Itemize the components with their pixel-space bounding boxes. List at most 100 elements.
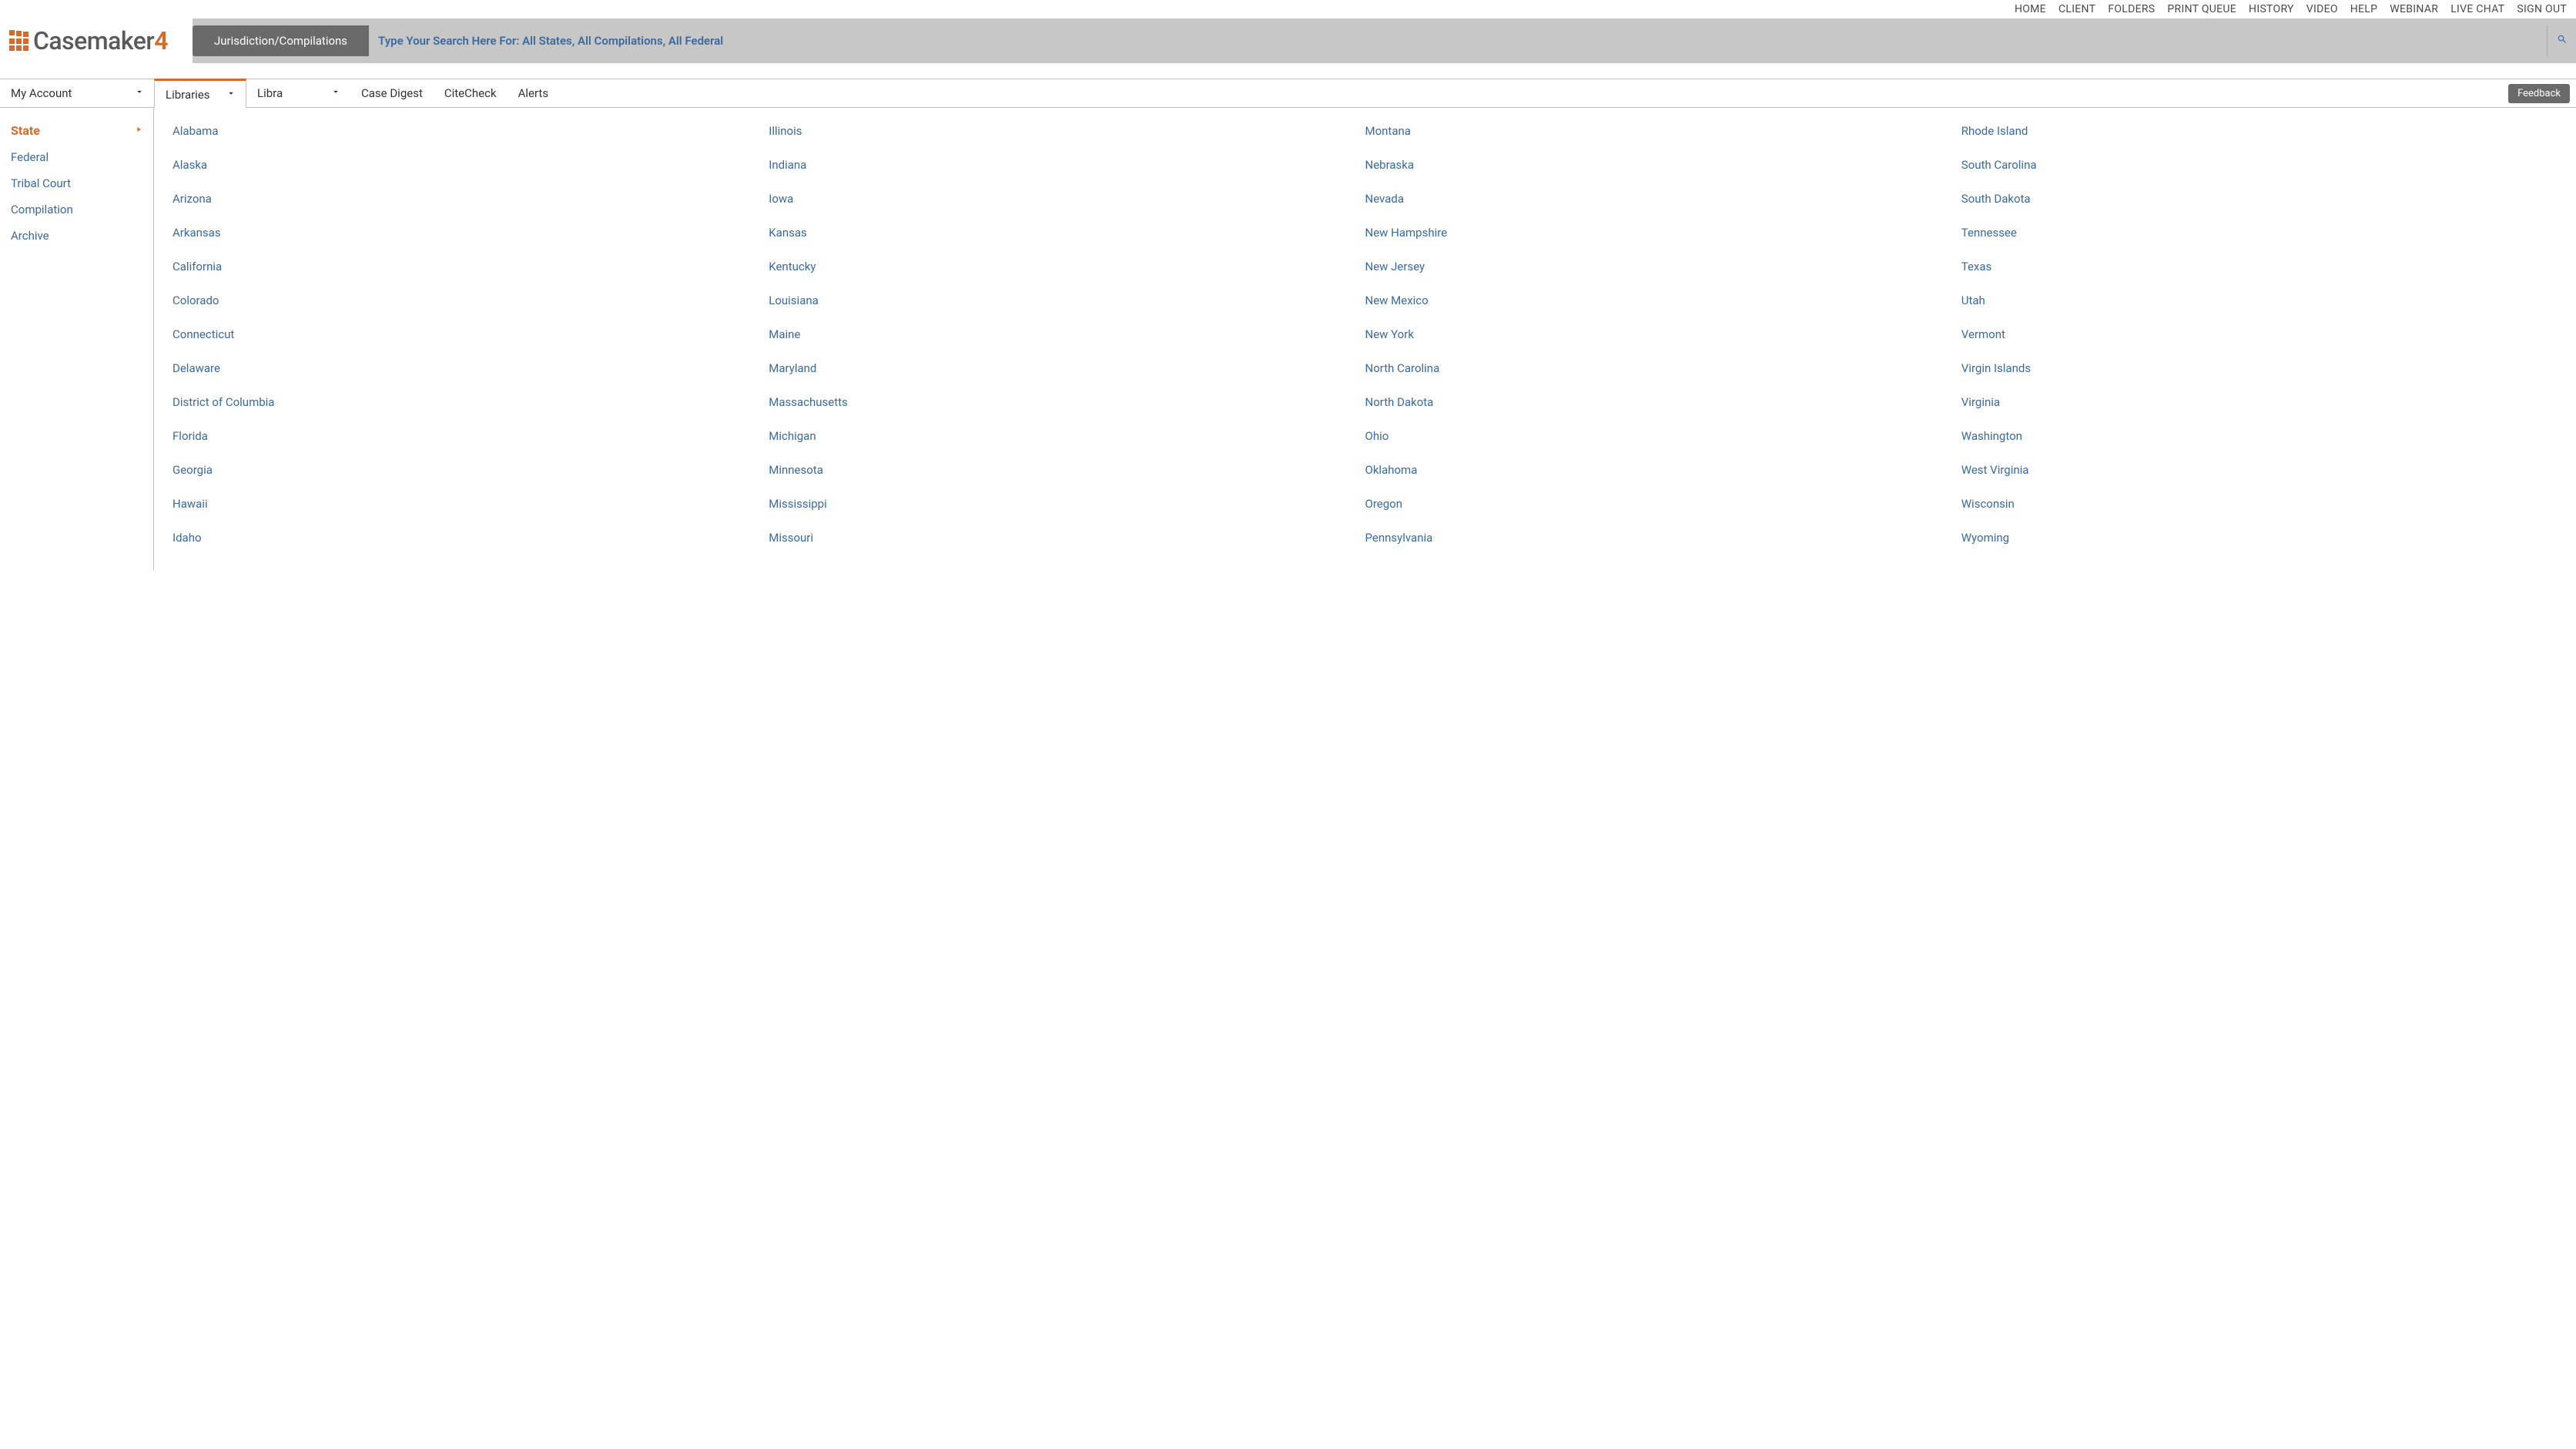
state-link[interactable]: Louisiana (769, 288, 1365, 322)
tab-my-account[interactable]: My Account (0, 79, 154, 107)
state-link[interactable]: Wisconsin (1961, 491, 2558, 525)
chevron-down-icon (330, 86, 341, 100)
state-link[interactable]: Massachusetts (769, 390, 1365, 424)
state-link[interactable]: Idaho (173, 525, 769, 559)
state-link[interactable]: Pennsylvania (1365, 525, 1961, 559)
state-link[interactable]: New Mexico (1365, 288, 1961, 322)
tab-case-digest[interactable]: Case Digest (350, 79, 434, 107)
tab-label: CiteCheck (444, 86, 497, 100)
top-nav-webinar[interactable]: WEBINAR (2390, 3, 2438, 15)
state-link[interactable]: Arizona (173, 186, 769, 220)
state-link[interactable]: Illinois (769, 119, 1365, 153)
state-link[interactable]: Alaska (173, 153, 769, 186)
top-nav-history[interactable]: HISTORY (2249, 3, 2294, 15)
state-link[interactable]: California (173, 254, 769, 288)
state-link[interactable]: Ohio (1365, 424, 1961, 458)
state-link[interactable]: Arkansas (173, 220, 769, 254)
top-nav-client[interactable]: CLIENT (2058, 3, 2095, 15)
state-link[interactable]: Mississippi (769, 491, 1365, 525)
sidebar-item-state[interactable]: State (0, 117, 153, 144)
state-link[interactable]: Washington (1961, 424, 2558, 458)
state-link[interactable]: Oklahoma (1365, 458, 1961, 491)
state-link[interactable]: Nevada (1365, 186, 1961, 220)
tab-label: My Account (11, 86, 72, 100)
state-link[interactable]: Iowa (769, 186, 1365, 220)
top-nav-help[interactable]: HELP (2350, 3, 2378, 15)
sidebar-item-tribal-court[interactable]: Tribal Court (0, 170, 153, 196)
chevron-down-icon (226, 88, 236, 102)
state-link[interactable]: Alabama (173, 119, 769, 153)
arrow-right-icon (135, 123, 142, 138)
state-link[interactable]: Utah (1961, 288, 2558, 322)
state-link[interactable]: Colorado (173, 288, 769, 322)
states-grid: AlabamaAlaskaArizonaArkansasCaliforniaCo… (154, 108, 2576, 570)
state-link[interactable]: New York (1365, 322, 1961, 356)
state-link[interactable]: Georgia (173, 458, 769, 491)
tab-alerts[interactable]: Alerts (507, 79, 560, 107)
state-link[interactable]: South Carolina (1961, 153, 2558, 186)
tab-label: Alerts (518, 86, 549, 100)
state-link[interactable]: Indiana (769, 153, 1365, 186)
tab-libra[interactable]: Libra (246, 79, 350, 107)
sidebar: State Federal Tribal Court Compilation A… (0, 108, 154, 570)
state-link[interactable]: Rhode Island (1961, 119, 2558, 153)
state-link[interactable]: New Jersey (1365, 254, 1961, 288)
chevron-down-icon (134, 86, 145, 100)
top-nav-home[interactable]: HOME (2015, 3, 2046, 15)
state-link[interactable]: Nebraska (1365, 153, 1961, 186)
sidebar-item-label: Archive (11, 229, 49, 243)
feedback-button[interactable]: Feedback (2508, 84, 2570, 103)
logo[interactable]: Casemaker4 (0, 18, 193, 63)
state-link[interactable]: Missouri (769, 525, 1365, 559)
state-link[interactable]: Wyoming (1961, 525, 2558, 559)
state-link[interactable]: Hawaii (173, 491, 769, 525)
state-link[interactable]: Maryland (769, 356, 1365, 390)
top-nav-sign-out[interactable]: SIGN OUT (2517, 3, 2567, 15)
top-nav-folders[interactable]: FOLDERS (2108, 3, 2155, 15)
tab-cite-check[interactable]: CiteCheck (434, 79, 507, 107)
state-link[interactable]: Virginia (1961, 390, 2558, 424)
state-link[interactable]: Vermont (1961, 322, 2558, 356)
sidebar-item-label: Compilation (11, 203, 73, 216)
sidebar-item-label: State (11, 123, 40, 138)
state-link[interactable]: Maine (769, 322, 1365, 356)
sidebar-item-federal[interactable]: Federal (0, 144, 153, 170)
tab-libraries[interactable]: Libraries (154, 79, 246, 108)
jurisdiction-button[interactable]: Jurisdiction/Compilations (193, 25, 369, 56)
logo-name: Casemaker (33, 26, 154, 55)
state-link[interactable]: Oregon (1365, 491, 1961, 525)
search-button[interactable] (2547, 25, 2576, 56)
state-link[interactable]: Texas (1961, 254, 2558, 288)
state-link[interactable]: Connecticut (173, 322, 769, 356)
state-link[interactable]: Florida (173, 424, 769, 458)
state-link[interactable]: South Dakota (1961, 186, 2558, 220)
state-link[interactable]: West Virginia (1961, 458, 2558, 491)
state-link[interactable]: District of Columbia (173, 390, 769, 424)
search-input[interactable] (369, 25, 2547, 56)
tab-label: Libra (257, 86, 283, 100)
logo-grid-icon (9, 32, 28, 51)
top-nav: HOME CLIENT FOLDERS PRINT QUEUE HISTORY … (0, 0, 2576, 18)
top-nav-live-chat[interactable]: LIVE CHAT (2450, 3, 2504, 15)
state-link[interactable]: Tennessee (1961, 220, 2558, 254)
state-link[interactable]: Kentucky (769, 254, 1365, 288)
state-link[interactable]: North Carolina (1365, 356, 1961, 390)
main-content: State Federal Tribal Court Compilation A… (0, 108, 2576, 570)
top-nav-video[interactable]: VIDEO (2306, 3, 2338, 15)
state-link[interactable]: Montana (1365, 119, 1961, 153)
search-row: Casemaker4 Jurisdiction/Compilations (0, 18, 2576, 63)
state-link[interactable]: Kansas (769, 220, 1365, 254)
logo-text: Casemaker4 (33, 26, 168, 55)
sidebar-item-archive[interactable]: Archive (0, 223, 153, 249)
top-nav-print-queue[interactable]: PRINT QUEUE (2167, 3, 2236, 15)
tab-label: Libraries (166, 88, 210, 102)
state-link[interactable]: Virgin Islands (1961, 356, 2558, 390)
sidebar-item-label: Federal (11, 150, 49, 164)
state-link[interactable]: North Dakota (1365, 390, 1961, 424)
search-bar: Jurisdiction/Compilations (193, 18, 2576, 63)
state-link[interactable]: Michigan (769, 424, 1365, 458)
state-link[interactable]: Delaware (173, 356, 769, 390)
sidebar-item-compilation[interactable]: Compilation (0, 196, 153, 223)
state-link[interactable]: Minnesota (769, 458, 1365, 491)
state-link[interactable]: New Hampshire (1365, 220, 1961, 254)
